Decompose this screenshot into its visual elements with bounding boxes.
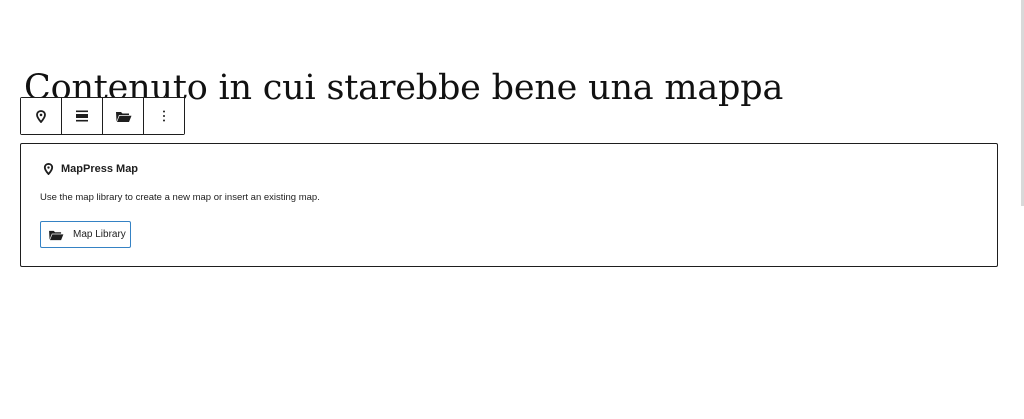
- map-library-toolbar-button[interactable]: [103, 98, 144, 134]
- block-label: MapPress Map: [61, 163, 139, 175]
- mappress-map-block[interactable]: MapPress Map Use the map library to crea…: [20, 143, 998, 267]
- folder-open-icon: [115, 111, 131, 122]
- block-type-button[interactable]: [21, 98, 62, 134]
- map-marker-icon: [43, 163, 54, 175]
- more-options-button[interactable]: [144, 98, 184, 134]
- map-marker-icon: [36, 109, 46, 123]
- more-vertical-icon: [163, 110, 165, 122]
- map-library-button-label: Map Library: [73, 229, 126, 240]
- map-library-button[interactable]: Map Library: [40, 221, 131, 248]
- placeholder-instructions: Use the map library to create a new map …: [40, 192, 320, 203]
- align-button[interactable]: [62, 98, 103, 134]
- placeholder-label: MapPress Map: [43, 163, 138, 175]
- block-toolbar: [20, 97, 185, 135]
- folder-open-icon: [49, 230, 64, 240]
- align-icon: [76, 110, 88, 122]
- editor-canvas: Contenuto in cui starebbe bene una mappa: [0, 0, 1024, 419]
